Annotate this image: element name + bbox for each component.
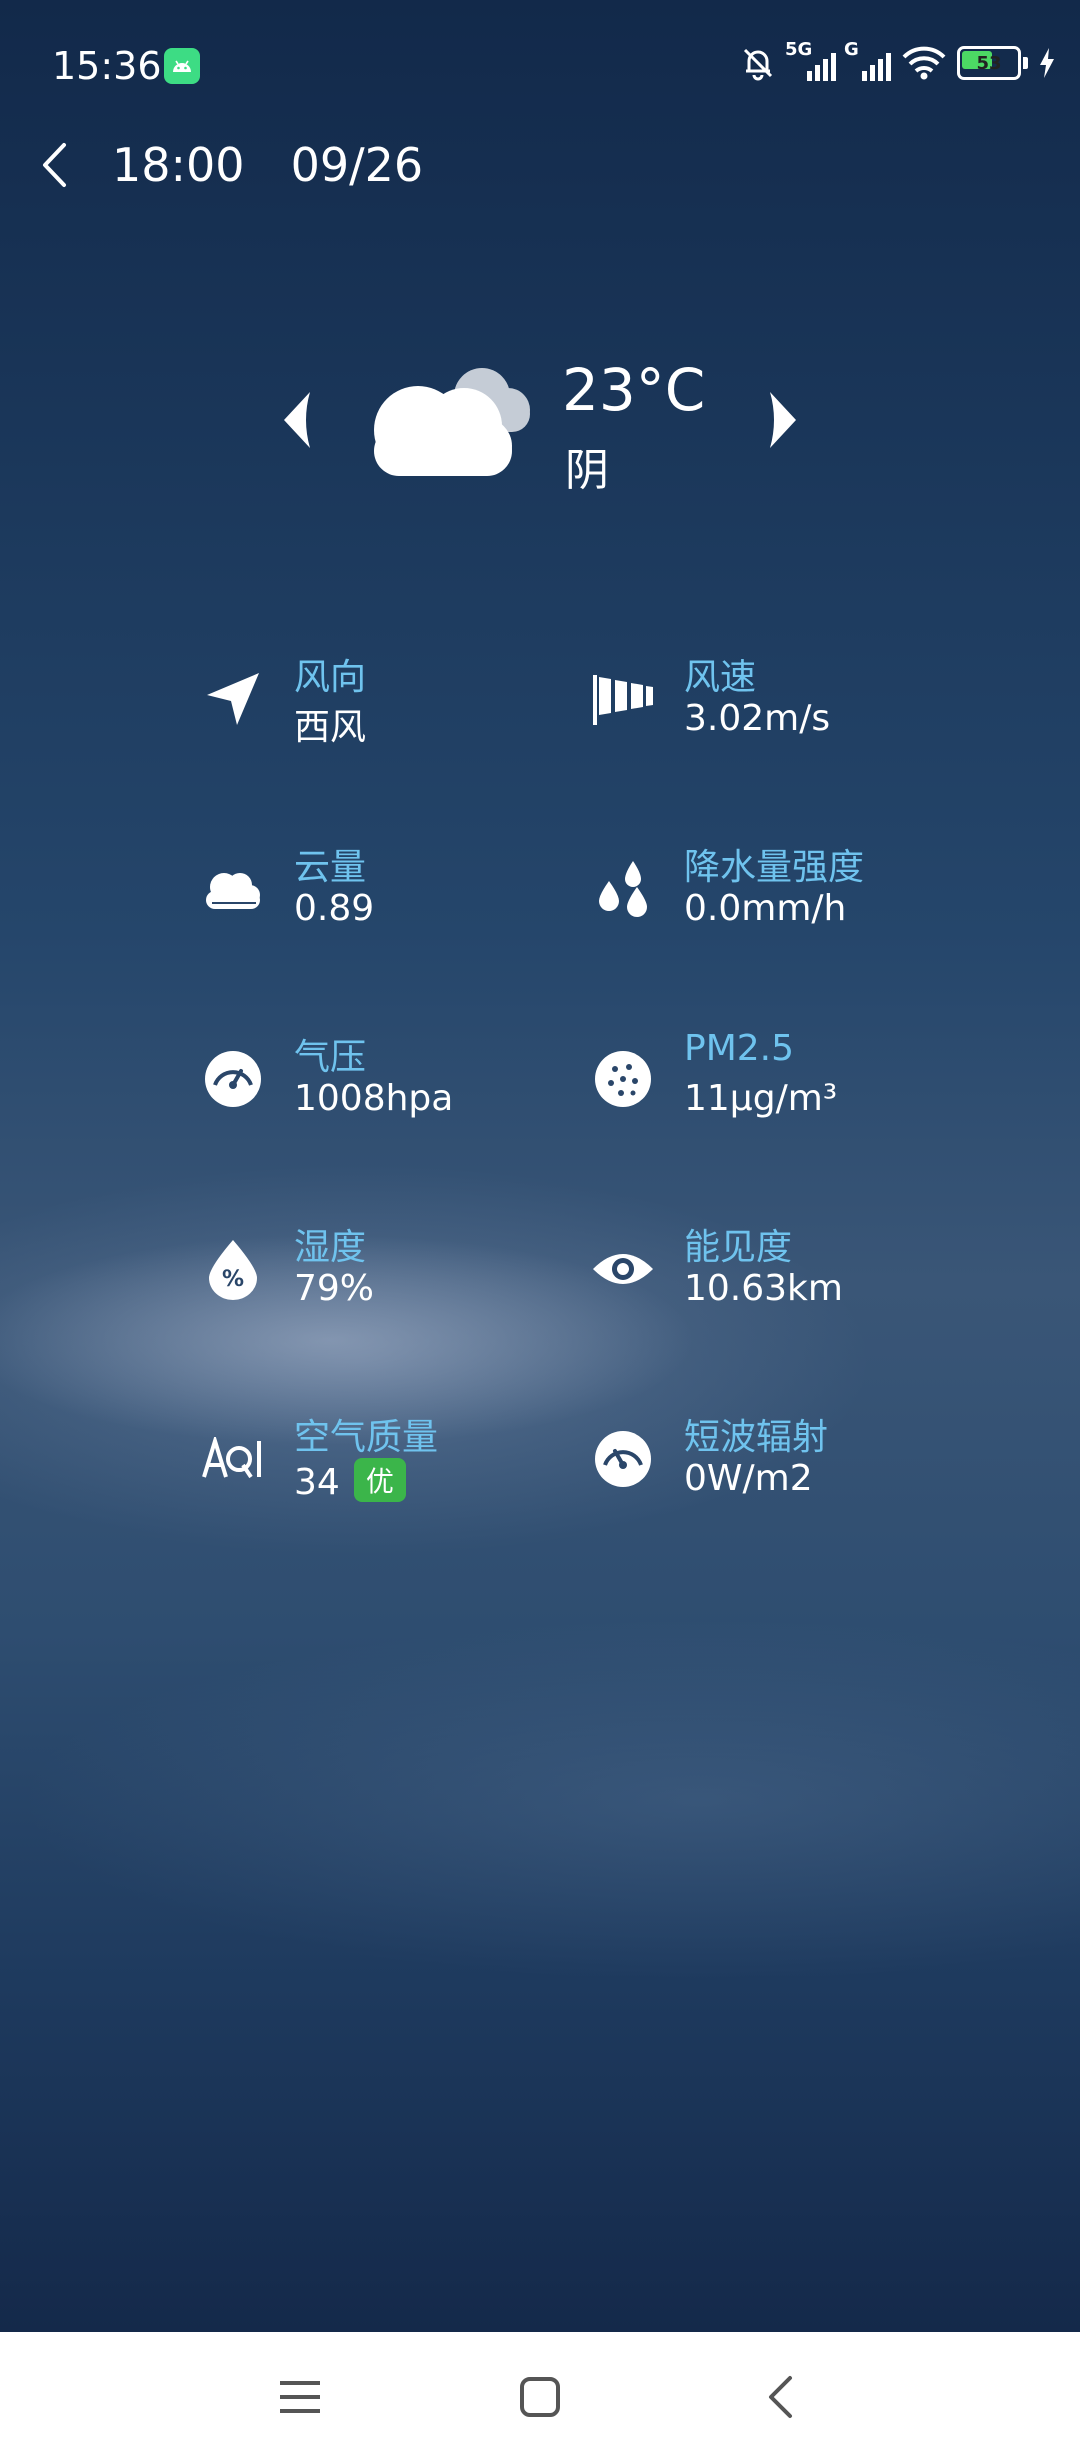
signal-icon-2: G <box>844 39 891 81</box>
detail-pm25: PM2.5 11μg/m³ <box>590 1020 940 1140</box>
detail-value: 西风 <box>294 707 367 748</box>
detail-precipitation: 降水量强度 0.0mm/h <box>590 830 940 950</box>
aqi-value: 34 <box>294 1462 340 1503</box>
detail-label: 能见度 <box>684 1227 793 1268</box>
detail-cloud-cover: 云量 0.89 <box>200 830 550 950</box>
back-button[interactable] <box>40 135 90 195</box>
detail-label: 空气质量 <box>294 1417 439 1458</box>
detail-value: 34 优 <box>294 1458 406 1503</box>
detail-label: 气压 <box>294 1037 367 1078</box>
detail-visibility: 能见度 10.63km <box>590 1210 940 1330</box>
current-weather: 23°C 阴 <box>0 340 1080 500</box>
menu-icon <box>280 2381 320 2413</box>
battery-level: 53 <box>976 52 1002 74</box>
status-icons: 5G G 53 <box>739 39 1056 82</box>
signal1-label: 5G <box>785 39 813 60</box>
triangle-left-icon <box>284 392 310 448</box>
battery-icon: 53 <box>957 46 1028 80</box>
aqi-icon <box>200 1426 266 1492</box>
pressure-gauge-icon <box>200 1046 266 1112</box>
next-hour-button[interactable] <box>766 390 800 454</box>
radiation-gauge-icon <box>590 1426 656 1492</box>
cloudy-icon <box>368 356 534 486</box>
navigation-bar <box>0 2332 1080 2460</box>
status-time: 15:36 <box>52 44 162 88</box>
temperature: 23°C <box>562 356 706 424</box>
signal2-label: G <box>844 39 859 60</box>
forecast-date: 09/26 <box>290 138 424 192</box>
system-back-button[interactable] <box>740 2362 820 2432</box>
detail-wind-speed: 风速 3.02m/s <box>590 640 940 760</box>
windsock-icon <box>590 666 656 732</box>
raindrops-icon <box>590 856 656 922</box>
weather-condition: 阴 <box>565 445 609 496</box>
detail-humidity: % 湿度 79% <box>200 1210 550 1330</box>
detail-value: 0.0mm/h <box>684 888 847 929</box>
detail-value: 3.02m/s <box>684 698 831 739</box>
detail-label: 湿度 <box>294 1227 367 1268</box>
humidity-icon: % <box>200 1236 266 1302</box>
aqi-level-badge: 优 <box>353 1458 406 1502</box>
header: 18:00 09/26 <box>40 130 423 200</box>
charging-icon <box>1040 48 1054 78</box>
detail-value: 10.63km <box>684 1268 843 1309</box>
eye-icon <box>590 1236 656 1302</box>
android-icon <box>164 48 200 84</box>
status-bar: 15:36 5G G 53 <box>0 0 1080 136</box>
detail-value: 0W/m2 <box>684 1458 813 1499</box>
wifi-icon <box>902 46 946 80</box>
particles-icon <box>590 1046 656 1112</box>
detail-pressure: 气压 1008hpa <box>200 1020 550 1140</box>
cloud-icon <box>200 856 266 922</box>
recents-button[interactable] <box>260 2362 340 2432</box>
detail-value: 79% <box>294 1268 375 1309</box>
detail-wind-direction: 风向 西风 <box>200 640 550 760</box>
square-icon <box>520 2377 560 2417</box>
detail-label: 风速 <box>684 657 757 698</box>
detail-air-quality: 空气质量 34 优 <box>200 1400 550 1520</box>
triangle-right-icon <box>770 392 796 448</box>
home-button[interactable] <box>500 2362 580 2432</box>
detail-label: 风向 <box>294 657 367 698</box>
prev-hour-button[interactable] <box>280 390 314 454</box>
detail-value: 11μg/m³ <box>684 1078 838 1119</box>
forecast-time: 18:00 <box>112 138 245 192</box>
detail-value: 1008hpa <box>294 1078 454 1119</box>
detail-label: 云量 <box>294 847 367 888</box>
detail-label: PM2.5 <box>684 1028 795 1069</box>
wind-direction-icon <box>200 666 266 732</box>
bell-off-icon <box>743 48 773 81</box>
detail-label: 短波辐射 <box>684 1417 829 1458</box>
detail-value: 0.89 <box>294 888 375 929</box>
signal-icon: 5G <box>785 39 836 81</box>
detail-shortwave-radiation: 短波辐射 0W/m2 <box>590 1400 940 1520</box>
svg-text:%: % <box>222 1267 244 1292</box>
chevron-left-icon <box>43 143 66 187</box>
detail-label: 降水量强度 <box>684 847 865 888</box>
chevron-left-icon <box>769 2376 792 2418</box>
